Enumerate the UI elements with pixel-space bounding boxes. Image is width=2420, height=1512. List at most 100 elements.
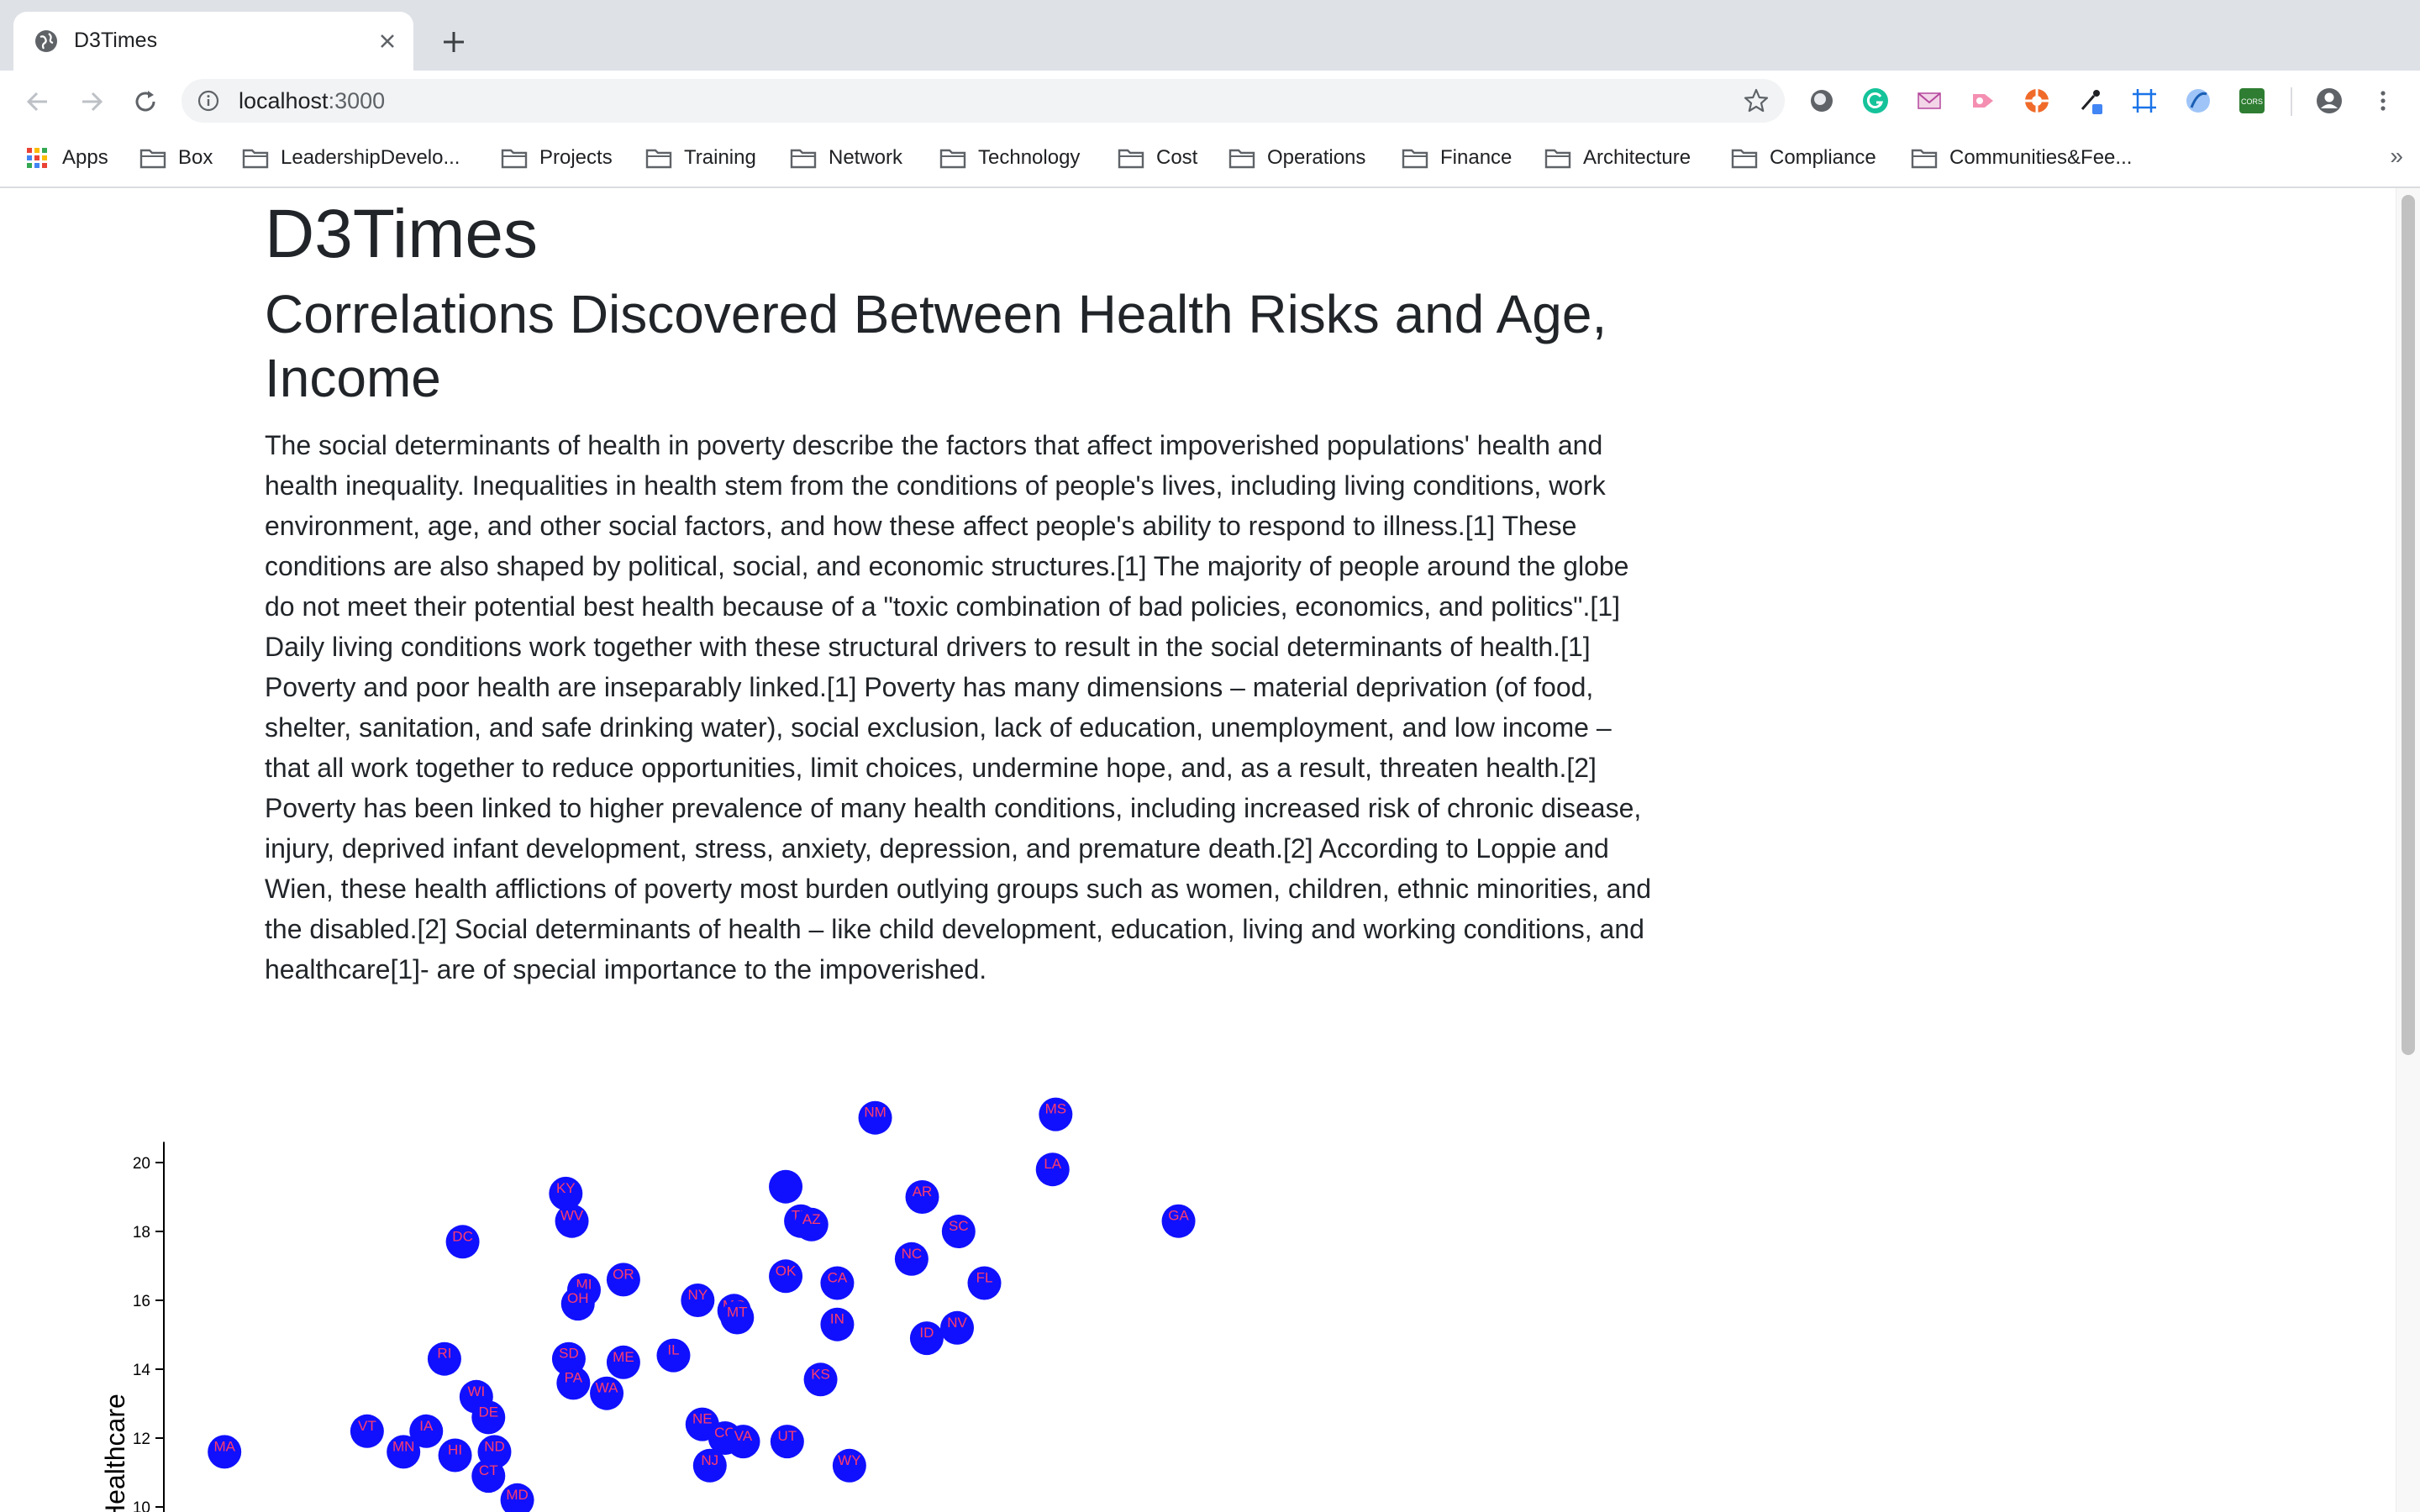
folder-icon [1731, 149, 1758, 169]
close-tab-icon[interactable] [373, 27, 402, 55]
state-marker[interactable]: MT [720, 1300, 755, 1335]
state-marker[interactable]: PA [556, 1366, 591, 1400]
state-marker[interactable]: CT [471, 1459, 506, 1494]
state-marker[interactable]: DC [445, 1225, 480, 1259]
state-marker[interactable]: WV [555, 1204, 589, 1238]
state-marker[interactable]: IA [409, 1414, 444, 1448]
bookmark-item[interactable]: Operations [1228, 141, 1365, 175]
profile-avatar-icon[interactable] [2314, 86, 2344, 116]
state-marker[interactable]: NV [940, 1310, 975, 1345]
state-marker[interactable]: WA [590, 1376, 624, 1410]
y-tick-label: 20 [133, 1155, 150, 1173]
state-marker[interactable]: IN [820, 1307, 855, 1341]
state-marker[interactable]: AR [905, 1180, 939, 1214]
url-text[interactable]: localhost:3000 [239, 88, 385, 114]
bookmarks-overflow-button[interactable]: » [2390, 143, 2403, 170]
state-marker[interactable]: NY [681, 1284, 715, 1317]
state-marker[interactable]: HI [438, 1438, 472, 1473]
page-viewport: D3Times Correlations Discovered Between … [0, 188, 2396, 1512]
state-marker[interactable]: OR [606, 1263, 640, 1297]
folder-icon [1402, 149, 1428, 169]
state-marker[interactable]: SC [941, 1215, 976, 1248]
state-marker[interactable]: ID [909, 1321, 944, 1356]
state-marker[interactable]: MS [1039, 1097, 1073, 1131]
bookmark-item[interactable]: Apps [24, 141, 108, 175]
back-arrow-icon[interactable] [22, 86, 54, 118]
folder-icon [1228, 149, 1255, 169]
folder-icon [645, 149, 672, 169]
state-marker-label: VA [734, 1428, 753, 1444]
state-marker[interactable]: IL [656, 1338, 691, 1373]
state-marker-label: MS [1045, 1101, 1067, 1117]
bookmark-item[interactable]: Architecture [1544, 141, 1691, 175]
bookmark-item[interactable]: Cost [1118, 141, 1197, 175]
state-marker-circle[interactable] [769, 1169, 803, 1204]
forward-arrow-icon[interactable] [76, 86, 108, 118]
state-marker[interactable]: FL [967, 1266, 1002, 1300]
cors-extension-icon[interactable]: CORS [2237, 86, 2267, 116]
bookmark-item[interactable]: Technology [939, 141, 1080, 175]
bookmark-label: Architecture [1583, 146, 1691, 169]
svg-text:CORS: CORS [2241, 97, 2263, 106]
bookmark-item[interactable]: Network [790, 141, 902, 175]
state-marker[interactable]: UT [770, 1425, 804, 1459]
state-marker[interactable]: OK [769, 1259, 803, 1294]
state-marker-label: MD [506, 1487, 528, 1503]
bookmark-item[interactable]: Training [645, 141, 756, 175]
bookmark-item[interactable]: Compliance [1731, 141, 1876, 175]
site-info-icon[interactable] [197, 89, 220, 113]
scrollbar-thumb[interactable] [2402, 195, 2415, 1055]
state-marker[interactable]: OH [560, 1287, 595, 1321]
state-marker-label: ND [484, 1438, 505, 1454]
extension-orb-icon[interactable] [2183, 86, 2213, 116]
state-marker-label: DC [452, 1228, 473, 1244]
vertical-scrollbar[interactable] [2396, 188, 2420, 1512]
state-marker[interactable]: NM [858, 1100, 892, 1135]
bookmark-label: Communities&Fee... [1949, 146, 2133, 169]
folder-icon [1911, 149, 1938, 169]
bookmark-item[interactable]: LeadershipDevelo... [242, 141, 460, 175]
state-marker-label: NC [902, 1246, 923, 1262]
state-marker[interactable]: DE [471, 1400, 506, 1435]
state-marker-label: UT [778, 1428, 797, 1444]
menu-kebab-icon[interactable] [2368, 86, 2398, 116]
scatter-chart: 10 12 14 16 18 20 Healthcare MA VT MN IA HI RI DC WI DE… [100, 1097, 1196, 1512]
bookmark-label: Cost [1156, 146, 1198, 169]
page-title: D3Times [265, 196, 538, 272]
state-marker[interactable]: WY [832, 1448, 866, 1483]
crop-grid-icon[interactable] [2129, 86, 2160, 116]
state-marker[interactable]: VA [726, 1425, 760, 1459]
bookmark-label: Box [178, 146, 213, 169]
extension-circle-icon[interactable] [1807, 86, 1837, 116]
bookmark-item[interactable]: Projects [501, 141, 613, 175]
state-marker-label: HI [448, 1442, 462, 1458]
state-marker-label: MA [213, 1438, 235, 1454]
state-marker-label: RI [437, 1346, 451, 1362]
state-marker[interactable]: ME [606, 1345, 640, 1379]
state-marker[interactable]: NC [894, 1242, 929, 1276]
bookmark-label: Operations [1267, 146, 1366, 169]
bookmark-item[interactable]: Communities&Fee... [1911, 141, 2132, 175]
state-marker[interactable]: MA [208, 1435, 242, 1469]
grammarly-icon[interactable] [1860, 86, 1891, 116]
eyedropper-icon[interactable] [2075, 86, 2106, 116]
new-tab-button[interactable] [437, 25, 471, 59]
state-marker[interactable]: GA [1161, 1204, 1196, 1238]
address-bar[interactable]: localhost:3000 [182, 79, 1785, 123]
bookmark-item[interactable]: Box [139, 141, 213, 175]
state-marker[interactable]: AZ [794, 1207, 829, 1242]
bookmark-star-icon[interactable] [1743, 87, 1770, 114]
extension-lifebuoy-icon[interactable] [2022, 86, 2052, 116]
state-marker[interactable]: LA [1035, 1152, 1070, 1187]
state-marker[interactable] [769, 1169, 803, 1204]
state-marker[interactable]: KS [803, 1362, 838, 1397]
bookmark-item[interactable]: Finance [1402, 141, 1512, 175]
state-marker[interactable]: MD [500, 1483, 534, 1512]
state-marker[interactable]: VT [350, 1414, 384, 1448]
browser-tab[interactable]: D3Times [13, 12, 413, 71]
state-marker[interactable]: CA [820, 1266, 855, 1300]
reload-icon[interactable] [129, 86, 161, 118]
state-marker[interactable]: RI [427, 1341, 461, 1376]
extension-arrow-icon[interactable] [1968, 86, 1998, 116]
extension-envelope-icon[interactable] [1914, 86, 1944, 116]
